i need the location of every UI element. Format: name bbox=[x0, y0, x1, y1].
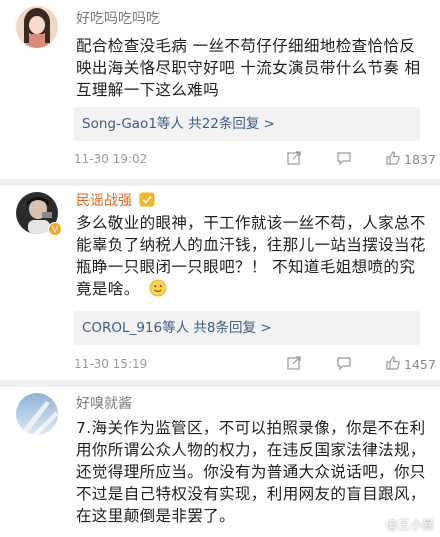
divider bbox=[0, 380, 440, 387]
thumbs-up-icon[interactable] bbox=[385, 150, 401, 169]
comment-text: 7.海关作为监管区，不可以拍照录像，你是不在利用你所谓公众人物的权力，在违反国家… bbox=[76, 419, 426, 525]
comment-username[interactable]: 好嗅就酱 bbox=[76, 395, 132, 413]
comment-text-content: 多么敬业的眼神，干工作就该一丝不苟，人家总不能辜负了纳税人的血汗钱，往那儿一站当… bbox=[76, 214, 426, 298]
comment-meta: 11-30 19:02 1837 bbox=[74, 150, 436, 170]
comment-icon[interactable] bbox=[336, 355, 352, 374]
thumbs-up-icon[interactable] bbox=[385, 355, 401, 374]
share-icon[interactable] bbox=[286, 150, 302, 169]
smile-emoji-icon bbox=[149, 279, 167, 303]
share-icon[interactable] bbox=[286, 355, 302, 374]
comment-text: 多么敬业的眼神，干工作就该一丝不苟，人家总不能辜负了纳税人的血汗钱，往那儿一站当… bbox=[76, 212, 430, 303]
divider bbox=[0, 179, 440, 186]
comment-1: 好吃吗吃吗吃 配合检查没毛病 一丝不苟仔仔细细地检查恰恰反映出海关恪尽职守好吧 … bbox=[0, 0, 440, 180]
svg-text:V: V bbox=[52, 226, 59, 236]
comment-icon[interactable] bbox=[336, 150, 352, 169]
comment-text: 配合检查没毛病 一丝不苟仔仔细细地检查恰恰反映出海关恪尽职守好吧 十流女演员带什… bbox=[76, 37, 421, 99]
comment-2: 民谣战强 V 多么敬业的眼神，干工作就该一丝不苟，人家总不能辜负了纳税人的血汗钱… bbox=[0, 186, 440, 376]
avatar[interactable] bbox=[16, 393, 58, 435]
watermark: @王小暴 bbox=[385, 518, 434, 532]
comment-username[interactable]: 好吃吗吃吗吃 bbox=[76, 10, 160, 28]
like-count: 1837 bbox=[404, 152, 436, 167]
comment-meta: 11-30 15:19 1457 bbox=[74, 355, 436, 375]
reply-summary-link[interactable]: Song-Gao1等人 共22条回复 > bbox=[74, 107, 420, 141]
reply-summary-link[interactable]: COROL_916等人 共8条回复 > bbox=[74, 311, 420, 345]
comment-username-text[interactable]: 民谣战强 bbox=[76, 193, 132, 209]
comment-username[interactable]: 民谣战强 bbox=[76, 192, 155, 212]
verified-badge-icon bbox=[139, 192, 155, 212]
avatar[interactable] bbox=[16, 6, 58, 48]
like-count: 1457 bbox=[404, 357, 436, 372]
comment-timestamp: 11-30 19:02 bbox=[74, 152, 148, 166]
comment-3: 好嗅就酱 7.海关作为监管区，不可以拍照录像，你是不在利用你所谓公众人物的权力，… bbox=[0, 387, 440, 537]
comment-timestamp: 11-30 15:19 bbox=[74, 357, 148, 371]
verified-badge-icon: V bbox=[48, 222, 62, 236]
